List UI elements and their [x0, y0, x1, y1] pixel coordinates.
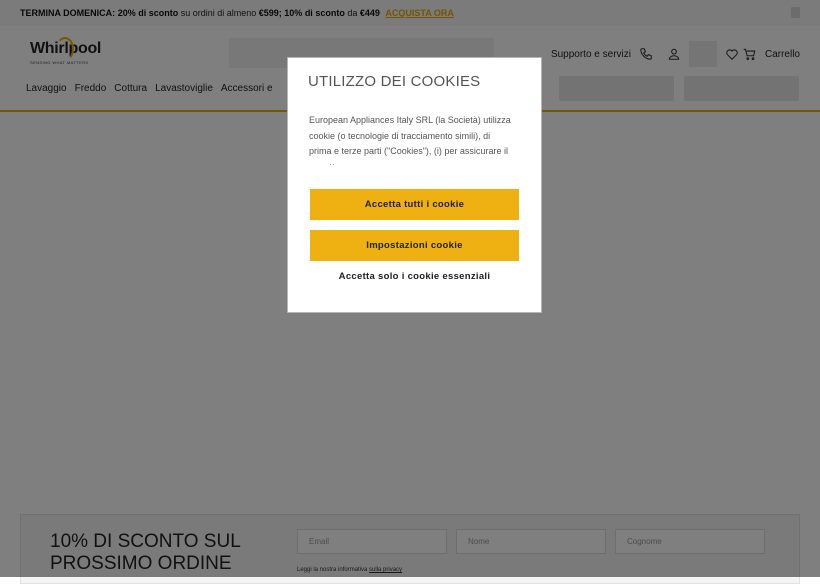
cookie-dialog-text: European Appliances Italy SRL (la Societ…: [309, 115, 511, 165]
accept-all-cookies-button[interactable]: Accetta tutti i cookie: [310, 189, 519, 220]
accept-essential-cookies-link[interactable]: Accetta solo i cookie essenziali: [310, 271, 519, 282]
cookie-settings-button[interactable]: Impostazioni cookie: [310, 230, 519, 261]
cookie-consent-dialog: UTILIZZO DEI COOKIES European Appliances…: [287, 57, 542, 313]
cookie-dialog-title: UTILIZZO DEI COOKIES: [308, 73, 481, 90]
